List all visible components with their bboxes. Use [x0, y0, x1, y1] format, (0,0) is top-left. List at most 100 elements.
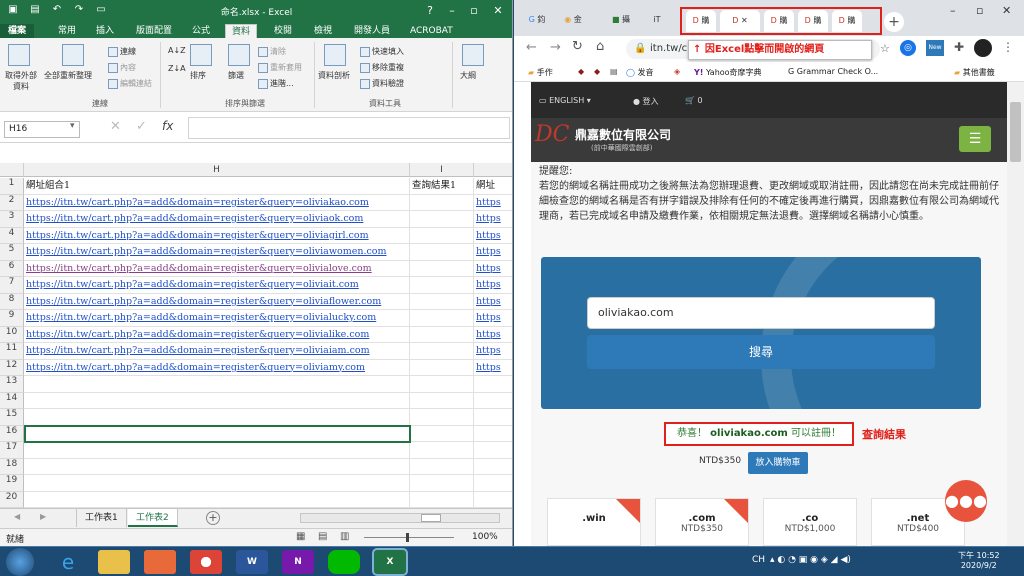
url-cell[interactable]: https://itn.tw/cart.php?a=add&domain=reg…: [24, 326, 410, 343]
empty-cell[interactable]: [474, 426, 512, 442]
tab-review[interactable]: 校閱: [268, 24, 298, 38]
function-icon[interactable]: fx: [162, 119, 173, 133]
url-cell[interactable]: https://itn.tw/cart.php?a=add&domain=reg…: [24, 277, 410, 294]
data-validation-button[interactable]: 資料驗證: [360, 78, 404, 89]
sheet-prev-icon[interactable]: ◀: [14, 512, 20, 521]
empty-cell[interactable]: [24, 392, 410, 409]
text-to-columns-icon[interactable]: [324, 44, 346, 66]
row-header[interactable]: 11: [0, 343, 24, 360]
url-cell-j[interactable]: https: [474, 327, 512, 343]
bookmark-item[interactable]: ◆: [594, 67, 600, 76]
flash-fill-button[interactable]: 快速填入: [360, 46, 404, 57]
outline-icon[interactable]: [462, 44, 484, 66]
empty-cell[interactable]: [410, 475, 474, 492]
line-icon[interactable]: [328, 550, 360, 574]
url-cell[interactable]: https://itn.tw/cart.php?a=add&domain=reg…: [24, 194, 410, 211]
zoom-slider-thumb[interactable]: [406, 533, 409, 542]
tab-close-icon[interactable]: ✕: [741, 16, 748, 25]
cancel-icon[interactable]: ✕: [110, 119, 121, 134]
bookmark-item[interactable]: ▤: [610, 67, 618, 76]
empty-cell[interactable]: [474, 393, 512, 409]
url-cell[interactable]: https://itn.tw/cart.php?a=add&domain=reg…: [24, 244, 410, 261]
advanced-button[interactable]: 進階...: [258, 78, 294, 89]
get-external-data-icon[interactable]: [8, 44, 30, 66]
normal-view-icon[interactable]: ▦: [296, 531, 305, 542]
connections-button[interactable]: 連線: [108, 46, 136, 57]
domain-search-input[interactable]: oliviakao.com: [587, 297, 935, 329]
tab-acrobat[interactable]: ACROBAT: [404, 24, 459, 38]
text-to-columns-button[interactable]: 資料剖析: [318, 70, 350, 81]
tab-file[interactable]: 檔案: [0, 24, 34, 38]
minimize-icon[interactable]: –: [442, 2, 462, 20]
empty-cell[interactable]: [410, 376, 474, 393]
empty-cell[interactable]: [474, 492, 512, 508]
result-cell[interactable]: [410, 277, 474, 294]
avatar[interactable]: [974, 39, 992, 57]
ime-indicator[interactable]: CH: [752, 555, 765, 565]
dc-tab[interactable]: D 購: [798, 10, 828, 32]
url-cell-j[interactable]: https: [474, 211, 512, 228]
excel-taskbar-icon[interactable]: X: [374, 550, 406, 574]
column-header-j[interactable]: [474, 163, 512, 177]
empty-cell[interactable]: [24, 409, 410, 426]
horizontal-scrollbar[interactable]: [300, 513, 500, 523]
dc-tab[interactable]: D 購: [764, 10, 794, 32]
name-box[interactable]: H16: [4, 121, 80, 138]
language-switch[interactable]: ▭ ENGLISH ▾: [539, 96, 591, 105]
cart-link[interactable]: 🛒 0: [685, 96, 703, 105]
page-layout-view-icon[interactable]: ▤: [318, 531, 327, 542]
sheet-tab-1[interactable]: 工作表1: [76, 509, 127, 527]
row-header[interactable]: 15: [0, 409, 24, 426]
hamburger-menu-icon[interactable]: ☰: [959, 126, 991, 152]
sheet-next-icon[interactable]: ▶: [40, 512, 46, 521]
refresh-all-icon[interactable]: [62, 44, 84, 66]
url-cell-j[interactable]: https: [474, 294, 512, 310]
row-header[interactable]: 16: [0, 425, 24, 442]
bookmark-item[interactable]: ▰ 其他書籤: [954, 67, 995, 78]
search-button[interactable]: 搜尋: [587, 335, 935, 369]
result-cell[interactable]: [410, 194, 474, 211]
add-sheet-icon[interactable]: +: [206, 511, 220, 525]
outline-button[interactable]: 大綱: [460, 70, 476, 81]
bookmark-item[interactable]: ◆: [578, 67, 584, 76]
page-scrollbar[interactable]: [1007, 82, 1024, 546]
row-header[interactable]: 14: [0, 392, 24, 409]
result-cell[interactable]: [410, 343, 474, 360]
browser-tab[interactable]: ◉ 金: [562, 8, 584, 32]
url-cell[interactable]: https://itn.tw/cart.php?a=add&domain=reg…: [24, 260, 410, 277]
url-cell-j[interactable]: https: [474, 244, 512, 261]
url-cell-j[interactable]: https: [474, 195, 512, 211]
empty-cell[interactable]: [24, 491, 410, 508]
column-header-h[interactable]: H: [24, 163, 410, 177]
result-cell[interactable]: [410, 227, 474, 244]
add-to-cart-button[interactable]: 放入購物車: [748, 452, 808, 474]
filter-button[interactable]: 篩選: [228, 70, 244, 81]
url-cell[interactable]: https://itn.tw/cart.php?a=add&domain=reg…: [24, 343, 410, 360]
bookmark-item[interactable]: G Grammar Check O...: [788, 67, 878, 76]
media-player-icon[interactable]: [144, 550, 176, 574]
tab-view[interactable]: 檢視: [308, 24, 338, 38]
url-cell[interactable]: https://itn.tw/cart.php?a=add&domain=reg…: [24, 293, 410, 310]
result-cell[interactable]: [410, 310, 474, 327]
url-cell[interactable]: https://itn.tw/cart.php?a=add&domain=reg…: [24, 359, 410, 376]
row-header[interactable]: 6: [0, 260, 24, 277]
clear-button[interactable]: 清除: [258, 46, 286, 57]
back-icon[interactable]: ←: [526, 40, 537, 55]
active-cell-h16[interactable]: [24, 425, 411, 443]
browser-tab[interactable]: iT: [646, 8, 668, 32]
onenote-icon[interactable]: N: [282, 550, 314, 574]
dc-tab[interactable]: D 購: [832, 10, 862, 32]
sort-button[interactable]: 排序: [190, 70, 206, 81]
row-header[interactable]: 1: [0, 178, 24, 195]
sheet-tab-2[interactable]: 工作表2: [128, 509, 178, 527]
browser-tab[interactable]: G 鈞: [526, 8, 548, 32]
scrollbar-thumb[interactable]: [421, 514, 441, 522]
reload-icon[interactable]: ↻: [572, 39, 583, 54]
bookmark-item[interactable]: Y! Yahoo奇摩字典: [694, 67, 762, 78]
empty-cell[interactable]: [474, 459, 512, 475]
row-header[interactable]: 4: [0, 227, 24, 244]
tab-page-layout[interactable]: 版面配置: [130, 24, 178, 38]
tab-data[interactable]: 資料: [225, 24, 258, 38]
result-cell[interactable]: [410, 326, 474, 343]
start-button-icon[interactable]: [6, 548, 34, 576]
